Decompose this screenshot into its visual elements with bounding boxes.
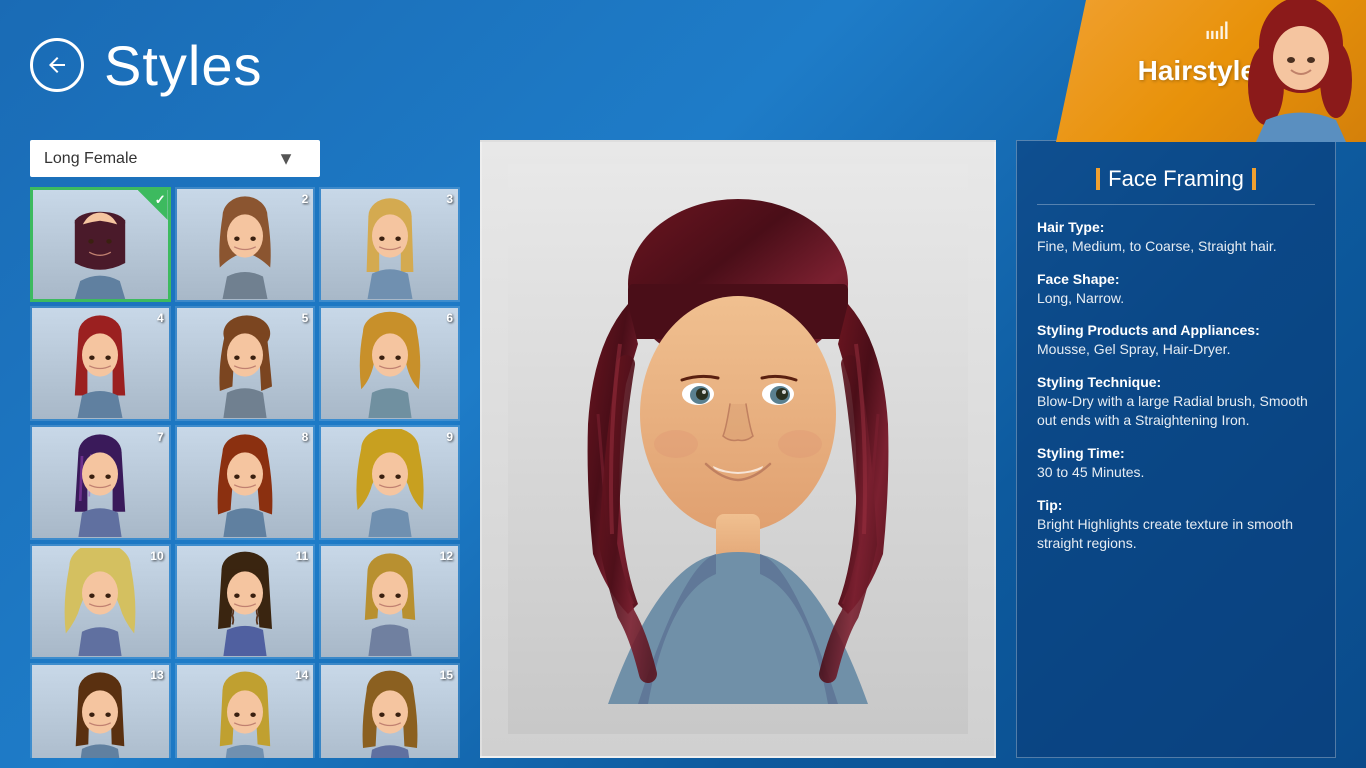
style-item-15[interactable]: 15 — [319, 663, 460, 758]
tip-value: Bright Highlights create texture in smoo… — [1037, 515, 1315, 554]
header: Styles Hairstyle PRO — [0, 0, 1366, 130]
item-number: 9 — [446, 430, 453, 444]
title-bar-right — [1252, 168, 1256, 190]
item-number: 5 — [302, 311, 309, 325]
style-item-3[interactable]: 3 — [319, 187, 460, 302]
item-number: 11 — [296, 549, 309, 563]
hair-type-value: Fine, Medium, to Coarse, Straight hair. — [1037, 237, 1315, 257]
item-number: 3 — [446, 192, 453, 206]
item-number: 2 — [302, 192, 309, 206]
style-panel: Long Female Short Female Long Male Short… — [30, 140, 460, 758]
time-label: Styling Time: — [1037, 445, 1315, 461]
hair-type-section: Hair Type: Fine, Medium, to Coarse, Stra… — [1037, 219, 1315, 257]
tip-label: Tip: — [1037, 497, 1315, 513]
style-item-7[interactable]: 7 — [30, 425, 171, 540]
style-item-5[interactable]: 5 — [175, 306, 316, 421]
preview-container — [480, 140, 996, 758]
back-button[interactable] — [30, 38, 84, 92]
style-item-2[interactable]: 2 — [175, 187, 316, 302]
preview-panel — [480, 140, 996, 758]
technique-section: Styling Technique: Blow-Dry with a large… — [1037, 374, 1315, 431]
item-number: 6 — [446, 311, 453, 325]
item-number: 10 — [150, 549, 163, 563]
face-shape-section: Face Shape: Long, Narrow. — [1037, 271, 1315, 309]
style-grid: ✓ 2 — [30, 187, 460, 758]
item-number: 4 — [157, 311, 164, 325]
item-number: 15 — [440, 668, 453, 682]
brand-badge: Hairstyle PRO — [1056, 0, 1366, 142]
style-item-14[interactable]: 14 — [175, 663, 316, 758]
products-label: Styling Products and Appliances: — [1037, 322, 1315, 338]
face-shape-label: Face Shape: — [1037, 271, 1315, 287]
style-item-1[interactable]: ✓ — [30, 187, 171, 302]
item-number: 12 — [440, 549, 453, 563]
time-section: Styling Time: 30 to 45 Minutes. — [1037, 445, 1315, 483]
style-item-8[interactable]: 8 — [175, 425, 316, 540]
style-item-12[interactable]: 12 — [319, 544, 460, 659]
style-item-10[interactable]: 10 — [30, 544, 171, 659]
style-item-6[interactable]: 6 — [319, 306, 460, 421]
page-title: Styles — [104, 33, 263, 98]
item-number: 14 — [295, 668, 308, 682]
item-number: 13 — [150, 668, 163, 682]
preview-image — [508, 164, 968, 734]
item-number: 8 — [302, 430, 309, 444]
face-shape-value: Long, Narrow. — [1037, 289, 1315, 309]
info-panel: Face Framing Hair Type: Fine, Medium, to… — [1016, 140, 1336, 758]
technique-value: Blow-Dry with a large Radial brush, Smoo… — [1037, 392, 1315, 431]
products-value: Mousse, Gel Spray, Hair-Dryer. — [1037, 340, 1315, 360]
style-item-9[interactable]: 9 — [319, 425, 460, 540]
style-item-13[interactable]: 13 — [30, 663, 171, 758]
style-item-4[interactable]: 4 — [30, 306, 171, 421]
category-dropdown-container: Long Female Short Female Long Male Short… — [30, 140, 460, 177]
title-bar-left — [1096, 168, 1100, 190]
hair-type-label: Hair Type: — [1037, 219, 1315, 235]
category-dropdown[interactable]: Long Female Short Female Long Male Short… — [30, 140, 320, 177]
style-title-container: Face Framing — [1037, 166, 1315, 205]
item-number: 7 — [157, 430, 164, 444]
time-value: 30 to 45 Minutes. — [1037, 463, 1315, 483]
main-content: Long Female Short Female Long Male Short… — [0, 130, 1366, 768]
technique-label: Styling Technique: — [1037, 374, 1315, 390]
tip-section: Tip: Bright Highlights create texture in… — [1037, 497, 1315, 554]
products-section: Styling Products and Appliances: Mousse,… — [1037, 322, 1315, 360]
style-item-11[interactable]: 11 — [175, 544, 316, 659]
style-name-title: Face Framing — [1108, 166, 1244, 192]
